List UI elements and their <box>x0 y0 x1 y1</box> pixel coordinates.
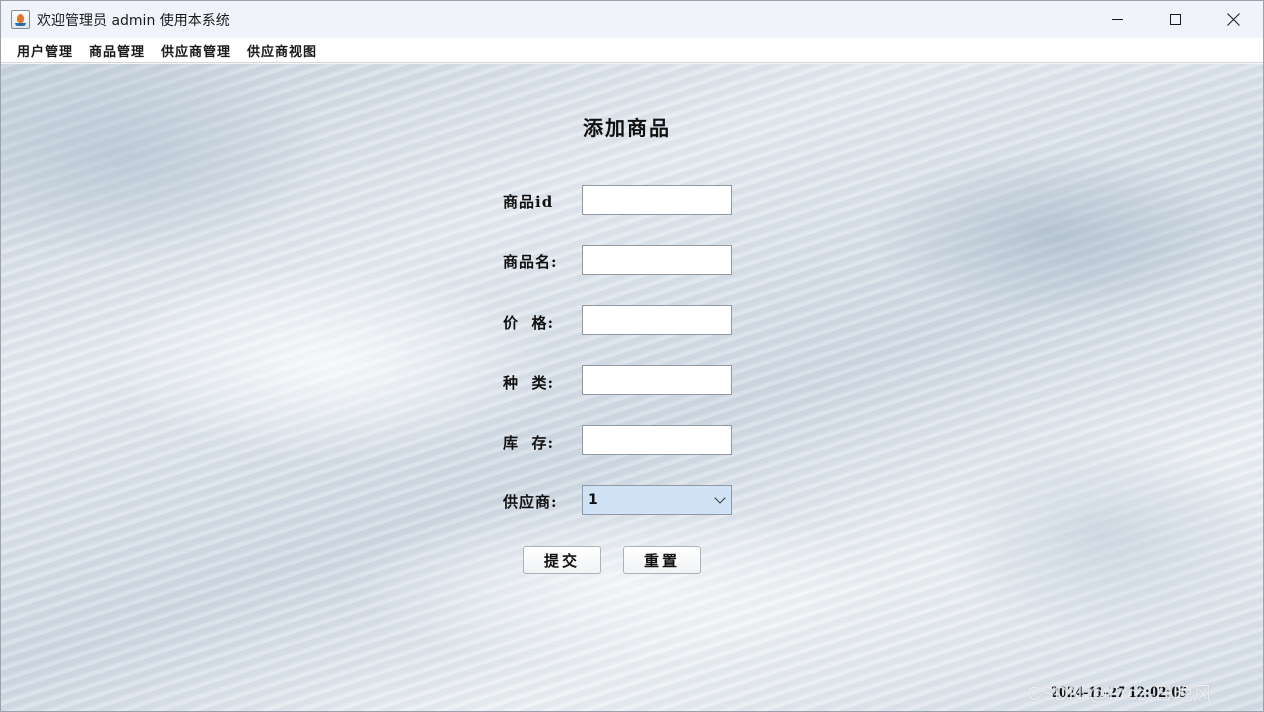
maximize-button[interactable] <box>1146 1 1204 38</box>
watermark: CSDN @Frcz-日晚风 <box>1027 684 1213 705</box>
form-title: 添加商品 <box>583 116 671 140</box>
app-window: 欢迎管理员 admin 使用本系统 用户管理 商品管理 供应商管理 供应商视图 … <box>0 0 1264 712</box>
supplier-selected-value: 1 <box>588 492 598 508</box>
close-icon <box>1227 13 1240 26</box>
menu-supplier-management[interactable]: 供应商管理 <box>153 39 239 62</box>
submit-button[interactable]: 提交 <box>523 546 601 574</box>
reset-button[interactable]: 重置 <box>623 546 701 574</box>
supplier-label: 供应商: <box>503 493 558 511</box>
menu-bar: 用户管理 商品管理 供应商管理 供应商视图 <box>1 38 1263 63</box>
menu-user-management[interactable]: 用户管理 <box>9 39 81 62</box>
content-panel: 添加商品 商品id 商品名: 价 格: 种 类: 库 存: 供应商: 1 提交 … <box>1 64 1263 711</box>
product-name-input[interactable] <box>582 245 732 275</box>
menu-supplier-view[interactable]: 供应商视图 <box>239 39 325 62</box>
window-title: 欢迎管理员 admin 使用本系统 <box>37 13 230 29</box>
product-id-input[interactable] <box>582 185 732 215</box>
minimize-icon <box>1111 19 1123 20</box>
product-name-label: 商品名: <box>503 253 558 271</box>
price-input[interactable] <box>582 305 732 335</box>
supplier-select[interactable]: 1 <box>582 485 732 515</box>
title-bar[interactable]: 欢迎管理员 admin 使用本系统 <box>1 1 1263 38</box>
stock-label: 库 存: <box>503 434 554 452</box>
close-button[interactable] <box>1204 1 1262 38</box>
price-label: 价 格: <box>503 314 554 332</box>
product-id-label: 商品id <box>503 193 554 211</box>
category-input[interactable] <box>582 365 732 395</box>
chevron-down-icon <box>714 492 726 504</box>
stock-input[interactable] <box>582 425 732 455</box>
java-cup-icon <box>11 10 30 29</box>
maximize-icon <box>1169 14 1181 25</box>
category-label: 种 类: <box>503 374 554 392</box>
minimize-button[interactable] <box>1088 1 1146 38</box>
menu-product-management[interactable]: 商品管理 <box>81 39 153 62</box>
